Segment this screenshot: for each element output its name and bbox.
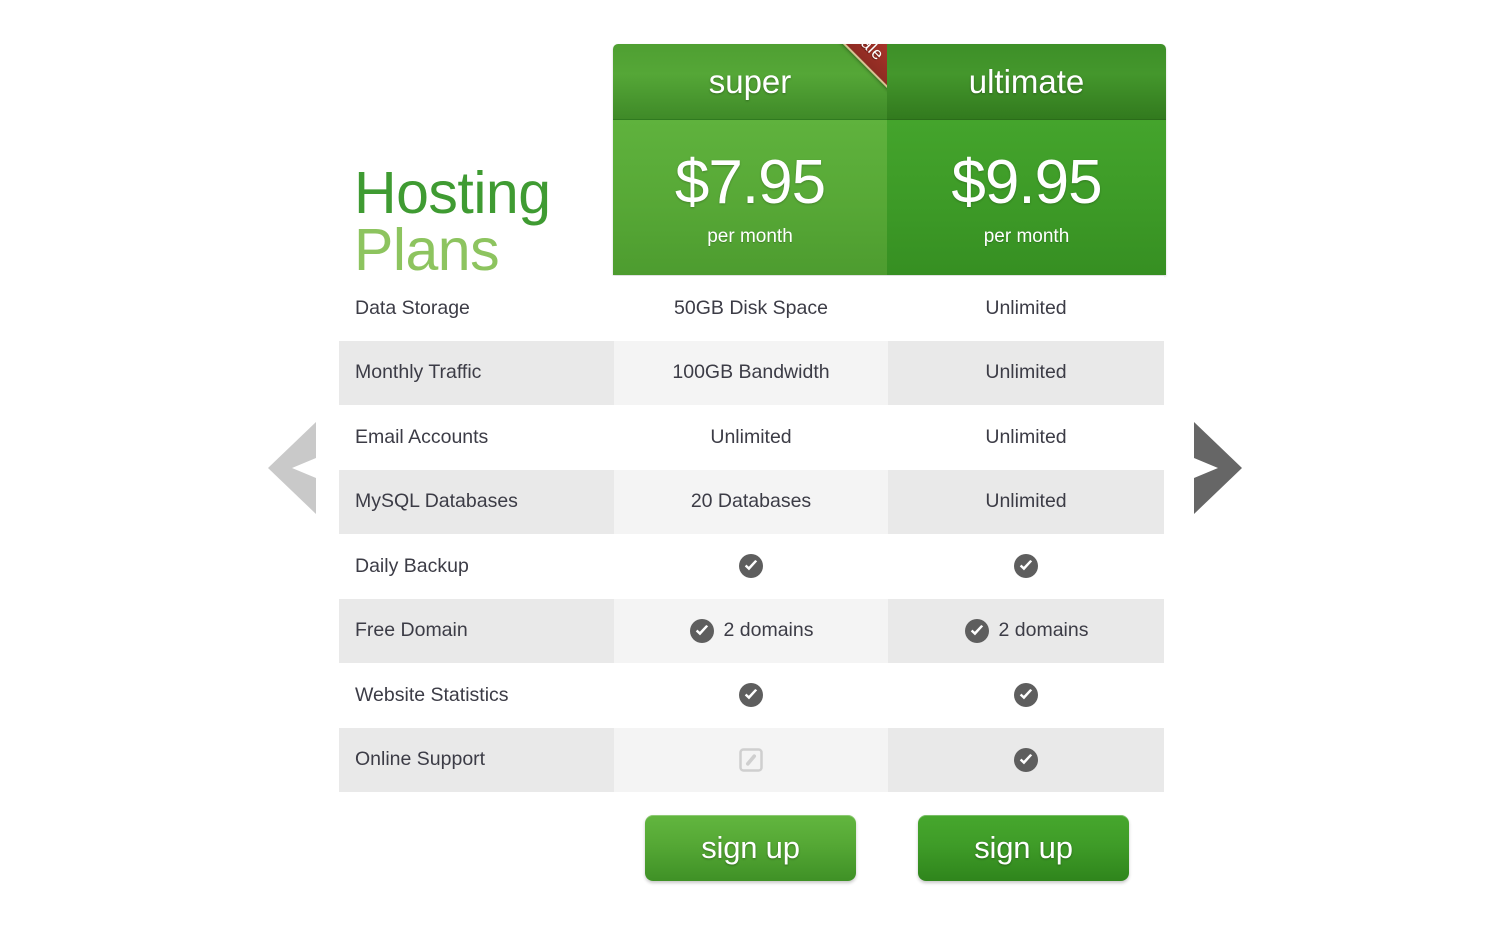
plan-name-band-super: super Sale [613, 44, 887, 120]
sale-badge: Sale [810, 44, 887, 103]
plan-price-band-ultimate: $9.95 per month [887, 120, 1166, 275]
check-circle-icon [1013, 747, 1039, 773]
unavailable-icon [738, 747, 764, 773]
carousel-prev-button[interactable] [266, 420, 320, 516]
plan-column-ultimate: ultimate $9.95 per month [887, 44, 1166, 275]
feature-value-cell-ultimate [888, 727, 1164, 792]
feature-value-text: Unlimited [985, 490, 1067, 513]
feature-value-text: Unlimited [985, 296, 1067, 319]
plan-name-super: super [708, 62, 792, 100]
check-circle-icon [1013, 553, 1039, 579]
feature-label-cell: Daily Backup [339, 534, 614, 599]
feature-value-cell-ultimate [888, 663, 1164, 728]
feature-label-cell: MySQL Databases [339, 469, 614, 534]
feature-row: Daily Backup [339, 534, 1164, 599]
feature-value-cell-super [614, 663, 888, 728]
feature-label-cell: Email Accounts [339, 405, 614, 470]
feature-value-cell-ultimate: Unlimited [888, 340, 1164, 405]
feature-label-cell: Data Storage [339, 276, 614, 341]
feature-value-cell-ultimate: Unlimited [888, 469, 1164, 534]
plan-period-super: per month [707, 225, 793, 247]
check-circle-icon [964, 618, 990, 644]
feature-value-text: 50GB Disk Space [674, 296, 828, 319]
feature-row: Data Storage 50GB Disk Space Unlimited [339, 276, 1164, 341]
feature-value-group: 2 domains [964, 618, 1089, 644]
pricing-table-page: Hosting Plans super Sale $7.95 per month… [0, 0, 1500, 931]
feature-value-cell-ultimate [888, 534, 1164, 599]
feature-value-text: 20 Databases [690, 490, 812, 513]
feature-label-cell: Online Support [339, 727, 614, 792]
plans-header: super Sale $7.95 per month ultimate $9.9… [613, 44, 1166, 275]
plan-price-band-super: $7.95 per month [613, 120, 887, 275]
feature-value-text: Unlimited [710, 425, 792, 448]
check-circle-icon [738, 553, 764, 579]
feature-value-cell-super: 20 Databases [614, 469, 888, 534]
plan-name-band-ultimate: ultimate [887, 44, 1166, 120]
feature-label-cell: Website Statistics [339, 663, 614, 728]
feature-row: Monthly Traffic 100GB Bandwidth Unlimited [339, 340, 1164, 405]
feature-value-text: Unlimited [985, 361, 1067, 384]
feature-value-cell-super: 100GB Bandwidth [614, 340, 888, 405]
plan-period-ultimate: per month [983, 225, 1070, 247]
chevron-left-icon [268, 422, 316, 514]
page-title-line-1: Hosting [354, 159, 551, 226]
feature-value-cell-super: Unlimited [614, 405, 888, 470]
feature-label-cell: Free Domain [339, 598, 614, 663]
sale-badge-label: Sale [848, 44, 887, 65]
feature-label-cell: Monthly Traffic [339, 340, 614, 405]
signup-button-row: sign up sign up [613, 815, 1166, 885]
feature-value-cell-super: 2 domains [614, 598, 888, 663]
plan-price-ultimate: $9.95 [951, 147, 1102, 217]
page-title: Hosting Plans [354, 159, 604, 283]
feature-row: Email Accounts Unlimited Unlimited [339, 405, 1164, 470]
signup-button-super[interactable]: sign up [645, 815, 856, 881]
feature-value-cell-super: 50GB Disk Space [614, 276, 888, 341]
feature-row: Website Statistics [339, 663, 1164, 728]
feature-value-cell-ultimate: Unlimited [888, 276, 1164, 341]
plan-price-super: $7.95 [674, 147, 826, 217]
feature-value-text: Unlimited [985, 425, 1067, 448]
feature-value-cell-super [614, 534, 888, 599]
feature-row: MySQL Databases 20 Databases Unlimited [339, 469, 1164, 534]
feature-value-cell-ultimate: 2 domains [888, 598, 1164, 663]
feature-value-text: 2 domains [723, 619, 814, 642]
feature-value-cell-super [614, 727, 888, 792]
plan-column-super: super Sale $7.95 per month [613, 44, 887, 275]
plan-name-ultimate: ultimate [968, 62, 1085, 100]
check-circle-icon [738, 682, 764, 708]
page-title-line-2: Plans [354, 216, 500, 283]
feature-value-group: 2 domains [689, 618, 814, 644]
check-circle-icon [1013, 682, 1039, 708]
feature-value-text: 2 domains [998, 619, 1089, 642]
feature-comparison-table: Data Storage 50GB Disk Space Unlimited Mont… [339, 276, 1164, 792]
carousel-next-button[interactable] [1190, 420, 1244, 516]
feature-value-cell-ultimate: Unlimited [888, 405, 1164, 470]
feature-row: Free Domain 2 domains 2 domains [339, 598, 1164, 663]
chevron-right-icon [1194, 422, 1242, 514]
feature-value-text: 100GB Bandwidth [672, 361, 830, 384]
check-circle-icon [689, 618, 715, 644]
signup-button-ultimate[interactable]: sign up [918, 815, 1129, 881]
feature-row: Online Support [339, 727, 1164, 792]
